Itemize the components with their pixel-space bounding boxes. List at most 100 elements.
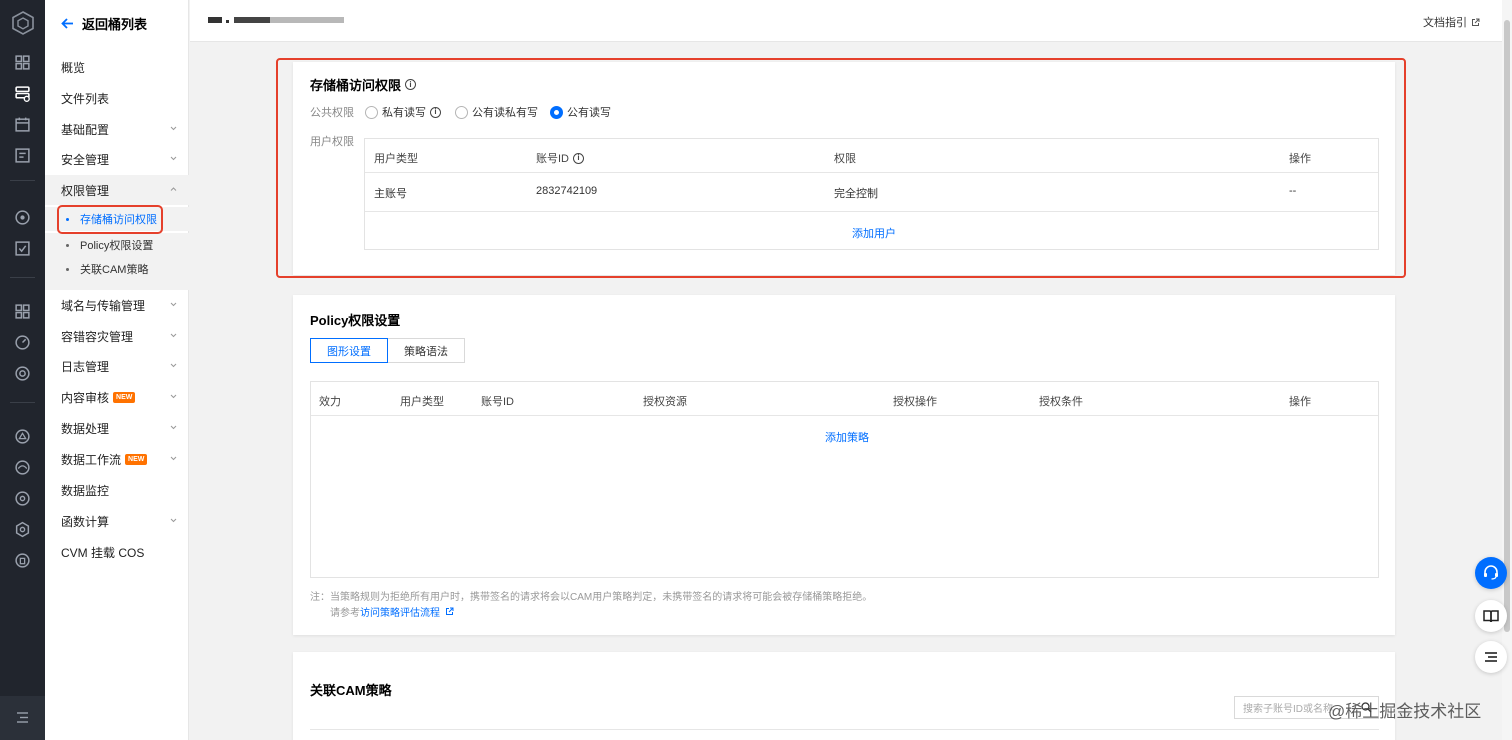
sidebar-item-label: 数据监控 <box>61 483 110 498</box>
external-link-icon <box>446 607 454 615</box>
speed-icon[interactable] <box>14 334 31 351</box>
settings-icon[interactable] <box>14 521 31 538</box>
sidebar-item-file-list[interactable]: 文件列表 <box>45 83 189 113</box>
highlight-box-acl <box>276 58 1406 278</box>
grid-icon[interactable] <box>14 303 31 320</box>
sidebar-item-disaster[interactable]: 容错容灾管理 <box>45 321 189 351</box>
tab-graphic[interactable]: 图形设置 <box>310 338 388 363</box>
sidebar-sub-label: 关联CAM策略 <box>80 264 149 276</box>
sidebar-sub-cam[interactable]: 关联CAM策略 <box>45 257 189 290</box>
bullet-icon <box>66 268 69 271</box>
sidebar-item-label: 函数计算 <box>61 514 110 529</box>
sidebar-item-functions[interactable]: 函数计算 <box>45 506 189 536</box>
sidebar-sub-policy[interactable]: Policy权限设置 <box>45 233 189 257</box>
doc-guide-label: 文档指引 <box>1423 17 1467 29</box>
sidebar-item-label: 文件列表 <box>61 91 110 106</box>
monitor-icon[interactable] <box>14 209 31 226</box>
back-label: 返回桶列表 <box>82 16 148 32</box>
list-button[interactable] <box>1475 641 1507 673</box>
sidebar-item-basic-config[interactable]: 基础配置 <box>45 114 189 144</box>
topbar: 文档指引 <box>190 0 1502 42</box>
chevron-down-icon <box>170 363 177 368</box>
add-policy-link[interactable]: 添加策略 <box>825 429 869 445</box>
dashboard-icon[interactable] <box>14 54 31 71</box>
highlight-box-nav <box>57 205 163 234</box>
network-icon[interactable] <box>14 428 31 445</box>
sidebar-item-label: 日志管理 <box>61 359 110 374</box>
sidebar-item-cvm-mount[interactable]: CVM 挂载 COS <box>45 537 189 567</box>
col-account-id: 账号ID <box>481 396 514 408</box>
sidebar-item-workflow[interactable]: 数据工作流 NEW <box>45 444 189 474</box>
divider <box>311 415 1378 416</box>
sidebar-item-security[interactable]: 安全管理 <box>45 144 189 174</box>
watermark: @稀土掘金技术社区 <box>1328 702 1482 721</box>
sidebar-item-permissions[interactable]: 权限管理 <box>45 175 189 205</box>
sidebar-item-data-processing[interactable]: 数据处理 <box>45 413 189 443</box>
docs-button[interactable] <box>1475 600 1507 632</box>
col-user-type: 用户类型 <box>400 396 444 408</box>
sidebar-item-label: 概览 <box>61 60 86 75</box>
rail-collapse[interactable] <box>0 696 45 740</box>
col-condition: 授权条件 <box>1039 396 1083 408</box>
policy-note: 注：当策略规则为拒绝所有用户时，携带签名的请求将会以CAM用户策略判定，未携带签… <box>310 592 873 603</box>
sidebar-item-content-review[interactable]: 内容审核 NEW <box>45 382 189 412</box>
sidebar-item-label: 数据工作流 <box>61 452 122 467</box>
policy-tabs: 图形设置 策略语法 <box>310 338 465 363</box>
tab-syntax[interactable]: 策略语法 <box>388 338 465 363</box>
sidebar-item-domain[interactable]: 域名与传输管理 <box>45 290 189 320</box>
sidebar-item-label: 数据处理 <box>61 421 110 436</box>
radar-icon[interactable] <box>14 490 31 507</box>
search-placeholder: 搜索子账号ID或名称 <box>1243 704 1333 715</box>
book-icon <box>1483 610 1499 623</box>
external-link-icon <box>1472 18 1480 26</box>
policy-eval-link[interactable]: 访问策略评估流程 <box>360 604 440 619</box>
headset-icon <box>1484 565 1498 580</box>
col-operation: 操作 <box>1289 396 1311 408</box>
back-to-bucket-list[interactable]: 返回桶列表 <box>61 14 147 32</box>
shield-icon[interactable] <box>14 552 31 569</box>
calendar-icon[interactable] <box>14 116 31 133</box>
target-icon[interactable] <box>14 365 31 382</box>
doc-guide-link[interactable]: 文档指引 <box>1423 14 1480 30</box>
chevron-down-icon <box>170 425 177 430</box>
cam-card: 关联CAM策略 搜索子账号ID或名称 <box>293 652 1395 740</box>
sidebar-item-label: CVM 挂载 COS <box>61 545 145 560</box>
col-effect: 效力 <box>319 396 341 408</box>
support-button[interactable] <box>1475 557 1507 589</box>
divider <box>310 729 1379 730</box>
reference-prefix: 请参考 <box>330 608 360 619</box>
policy-card: Policy权限设置 图形设置 策略语法 效力 用户类型 账号ID 授权资源 授… <box>293 295 1395 635</box>
chevron-down-icon <box>170 302 177 307</box>
chevron-up-icon <box>170 187 177 191</box>
sidebar: 返回桶列表 概览 文件列表 基础配置 安全管理 权限管理 存储桶访问权限 Pol… <box>45 0 189 740</box>
sidebar-sub-label: Policy权限设置 <box>80 240 154 252</box>
sidebar-item-label: 容错容灾管理 <box>61 329 134 344</box>
chevron-down-icon <box>170 156 177 161</box>
list-icon <box>1485 652 1497 662</box>
sidebar-item-monitoring[interactable]: 数据监控 <box>45 475 189 505</box>
chevron-down-icon <box>170 126 177 131</box>
collapse-menu-icon[interactable] <box>15 710 30 725</box>
page-scrollbar[interactable] <box>1502 0 1512 740</box>
sidebar-item-label: 权限管理 <box>61 183 110 198</box>
policy-title: Policy权限设置 <box>310 313 401 328</box>
scrollbar-thumb[interactable] <box>1504 20 1510 632</box>
storage-icon[interactable] <box>14 85 31 102</box>
cloud-logo-icon[interactable] <box>10 10 36 36</box>
icon-rail <box>0 0 45 740</box>
orbit-icon[interactable] <box>14 459 31 476</box>
policy-table: 效力 用户类型 账号ID 授权资源 授权操作 授权条件 操作 添加策略 <box>310 381 1379 578</box>
policy-reference: 请参考 访问策略评估流程 <box>330 604 454 619</box>
report-icon[interactable] <box>14 147 31 164</box>
sidebar-item-overview[interactable]: 概览 <box>45 52 189 82</box>
new-badge: NEW <box>125 453 148 465</box>
arrow-left-icon <box>61 17 73 29</box>
chevron-down-icon <box>170 394 177 399</box>
sidebar-item-label: 安全管理 <box>61 152 110 167</box>
new-badge: NEW <box>113 391 136 403</box>
chevron-down-icon <box>170 333 177 338</box>
sidebar-item-logs[interactable]: 日志管理 <box>45 351 189 381</box>
check-icon[interactable] <box>14 240 31 257</box>
sidebar-item-label: 基础配置 <box>61 122 110 137</box>
chevron-down-icon <box>170 518 177 523</box>
